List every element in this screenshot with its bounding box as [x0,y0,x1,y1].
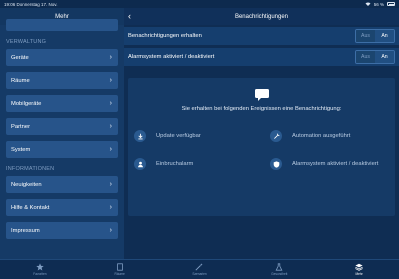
notifications-toggle[interactable]: Aus An [355,29,395,43]
tab-label: Favoriten [33,272,47,276]
sidebar-item-news[interactable]: Neuigkeiten › [6,176,118,193]
speech-bubble-icon [255,88,269,106]
event-burglar-alarm: Einbruchalarm [134,158,193,170]
sidebar-item-imprint[interactable]: Impressum › [6,222,118,239]
chevron-right-icon: › [109,146,112,153]
tab-label: Mehr [355,272,363,276]
event-label: Update verfügbar [156,133,201,139]
sidebar-item-label: Hilfe & Kontakt [11,204,50,211]
main-panel: ‹ Benachrichtigungen Benachrichtigungen … [124,8,399,259]
tab-favorites[interactable]: Favoriten [0,260,80,279]
chevron-right-icon: › [109,181,112,188]
tab-bar: Favoriten Räume Szenarien Gesundheit Meh… [0,259,399,279]
sidebar-item-label: Geräte [11,54,29,61]
event-update-available: Update verfügbar [134,130,201,142]
sidebar-item-system[interactable]: System › [6,141,118,158]
tab-label: Szenarien [192,272,207,276]
star-icon [36,263,44,271]
event-automation-executed: Automation ausgeführt [270,130,350,142]
automation-icon [270,130,282,142]
event-label: Einbruchalarm [156,161,194,167]
toggle-off-option[interactable]: Aus [356,30,375,42]
event-label: Automation ausgeführt [292,133,351,139]
sidebar-item-devices[interactable]: Geräte › [6,49,118,66]
tab-label: Räume [114,272,125,276]
status-indicators: 56 % [365,2,395,7]
battery-icon [387,2,395,6]
layers-icon [355,263,363,271]
setting-label: Benachrichtigungen erhalten [128,33,202,39]
status-time: 19:06 [4,1,16,7]
event-alarm-system-toggled: Alarmsystem aktiviert / deaktiviert [270,158,378,170]
toggle-on-option[interactable]: An [375,51,394,63]
tab-scenarios[interactable]: Szenarien [160,260,240,279]
tab-health[interactable]: Gesundheit [239,260,319,279]
status-date: Donnerstag 17. Nov. [16,1,58,7]
sidebar-item-label: Partner [11,123,31,130]
sidebar-item-label: Neuigkeiten [11,181,42,188]
tab-rooms[interactable]: Räume [80,260,160,279]
shield-icon [270,158,282,170]
room-icon [116,263,124,271]
sidebar-item-label: Mobilgeräte [11,100,42,107]
chevron-right-icon: › [109,227,112,234]
info-text: Sie erhalten bei folgenden Ereignissen e… [181,106,342,112]
sidebar-item-rooms[interactable]: Räume › [6,72,118,89]
event-label: Alarmsystem aktiviert / deaktiviert [292,161,379,167]
sidebar-top-card[interactable] [6,19,118,31]
battery-percent: 56 % [373,1,384,7]
sidebar-item-label: System [11,146,31,153]
toggle-on-option[interactable]: An [375,30,394,42]
download-icon [134,130,146,142]
sidebar-item-help-contact[interactable]: Hilfe & Kontakt › [6,199,118,216]
notification-info-card: Sie erhalten bei folgenden Ereignissen e… [128,78,395,216]
wifi-icon [365,1,371,7]
section-label-informationen: INFORMATIONEN [6,166,55,172]
sidebar-item-label: Räume [11,77,30,84]
chevron-right-icon: › [109,100,112,107]
sidebar-item-mobile-devices[interactable]: Mobilgeräte › [6,95,118,112]
chevron-right-icon: › [109,204,112,211]
page-title: Benachrichtigungen [234,13,289,20]
sidebar-item-partner[interactable]: Partner › [6,118,118,135]
flask-icon [275,263,283,271]
toggle-off-option[interactable]: Aus [356,51,375,63]
setting-row-notifications: Benachrichtigungen erhalten Aus An [124,27,399,45]
tab-label: Gesundheit [271,272,288,276]
status-bar: 19:06 Donnerstag 17. Nov. 56 % [0,0,399,8]
chevron-right-icon: › [109,123,112,130]
chevron-right-icon: › [109,77,112,84]
burglar-alarm-icon [134,158,146,170]
setting-row-alarm-system: Alarmsystem aktiviert / deaktiviert Aus … [124,48,399,66]
chevron-right-icon: › [109,54,112,61]
setting-label: Alarmsystem aktiviert / deaktiviert [128,54,215,60]
sidebar-item-label: Impressum [11,227,40,234]
tab-more[interactable]: Mehr [319,260,399,279]
magic-wand-icon [195,263,204,271]
back-button[interactable]: ‹ [128,11,131,21]
main-header: ‹ Benachrichtigungen [124,8,399,25]
section-label-verwaltung: VERWALTUNG [6,39,47,45]
sidebar: Mehr VERWALTUNG Geräte › Räume › Mobilge… [0,8,124,259]
alarm-system-toggle[interactable]: Aus An [355,50,395,64]
